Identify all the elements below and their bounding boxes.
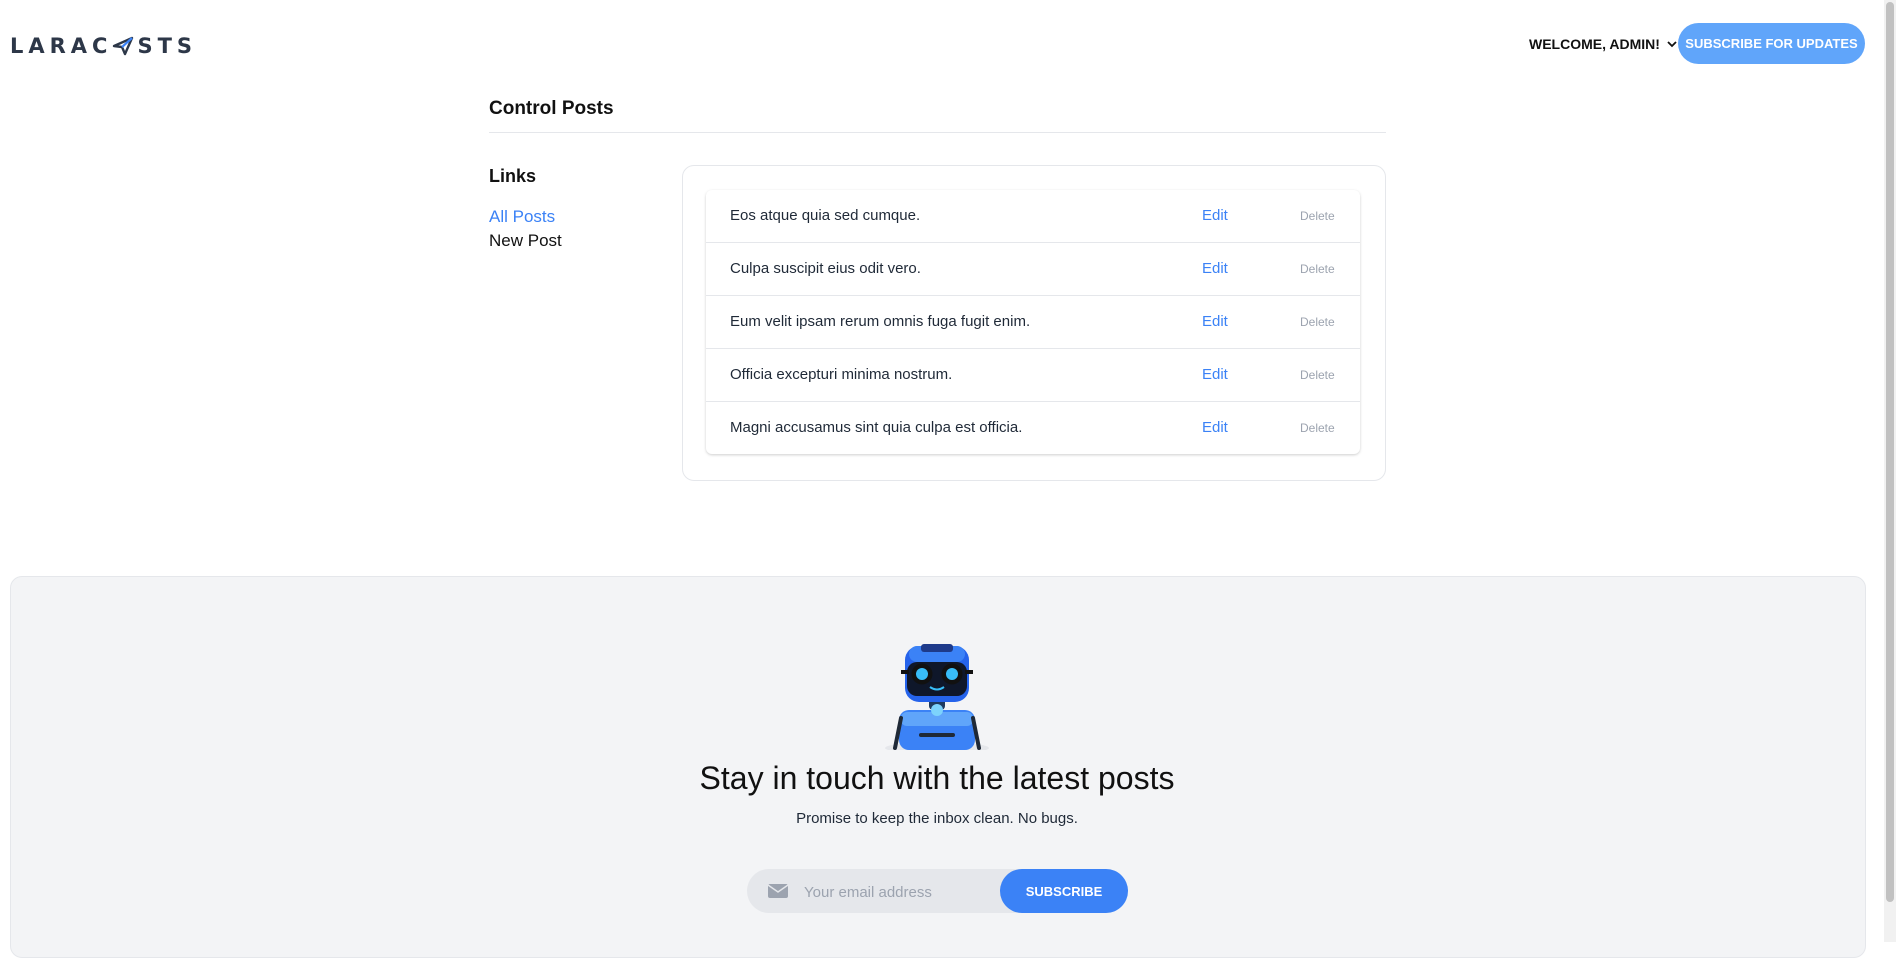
newsletter-subheading: Promise to keep the inbox clean. No bugs… <box>796 810 1078 827</box>
robot-mascot-illustration <box>885 644 989 750</box>
paper-plane-icon <box>113 36 134 56</box>
delete-post-button[interactable]: Delete <box>1300 262 1335 276</box>
table-row: Magni accusamus sint quia culpa est offi… <box>706 402 1360 454</box>
email-input[interactable] <box>802 879 1006 905</box>
welcome-label: WELCOME, ADMIN! <box>1529 36 1660 52</box>
newsletter-heading: Stay in touch with the latest posts <box>699 760 1175 796</box>
delete-post-button[interactable]: Delete <box>1300 421 1335 435</box>
edit-post-link[interactable]: Edit <box>1202 313 1228 330</box>
title-divider <box>489 132 1386 133</box>
table-row: Culpa suscipit eius odit vero. Edit Dele… <box>706 243 1360 296</box>
post-title: Eum velit ipsam rerum omnis fuga fugit e… <box>730 313 1031 330</box>
edit-post-link[interactable]: Edit <box>1202 419 1228 436</box>
laracasts-logo[interactable]: LARAC STS <box>10 34 197 58</box>
sidebar-heading: Links <box>489 166 537 186</box>
post-title: Eos atque quia sed cumque. <box>730 207 921 224</box>
posts-table: Eos atque quia sed cumque. Edit Delete C… <box>706 190 1360 454</box>
chevron-down-icon <box>1667 41 1677 48</box>
mail-icon <box>767 884 789 898</box>
page-scrollbar[interactable] <box>1884 0 1896 942</box>
post-title: Culpa suscipit eius odit vero. <box>730 260 921 277</box>
edit-post-link[interactable]: Edit <box>1202 260 1228 277</box>
subscribe-for-updates-button[interactable]: SUBSCRIBE FOR UPDATES <box>1678 23 1865 64</box>
delete-post-button[interactable]: Delete <box>1300 209 1335 223</box>
logo-text-start: LARAC <box>10 34 113 58</box>
user-menu-dropdown[interactable]: WELCOME, ADMIN! <box>1529 34 1678 54</box>
edit-post-link[interactable]: Edit <box>1202 366 1228 383</box>
delete-post-button[interactable]: Delete <box>1300 368 1335 382</box>
page-title: Control Posts <box>489 98 614 119</box>
edit-post-link[interactable]: Edit <box>1202 207 1228 224</box>
logo-text-end: STS <box>137 34 198 58</box>
delete-post-button[interactable]: Delete <box>1300 315 1335 329</box>
post-title: Officia excepturi minima nostrum. <box>730 366 953 383</box>
post-title: Magni accusamus sint quia culpa est offi… <box>730 419 1023 436</box>
subscribe-button[interactable]: SUBSCRIBE <box>1000 869 1128 913</box>
sidebar-item-all-posts[interactable]: All Posts <box>489 207 555 227</box>
scrollbar-thumb[interactable] <box>1886 2 1894 902</box>
table-row: Eum velit ipsam rerum omnis fuga fugit e… <box>706 296 1360 349</box>
table-row: Eos atque quia sed cumque. Edit Delete <box>706 190 1360 243</box>
sidebar-item-new-post[interactable]: New Post <box>489 231 562 251</box>
table-row: Officia excepturi minima nostrum. Edit D… <box>706 349 1360 402</box>
